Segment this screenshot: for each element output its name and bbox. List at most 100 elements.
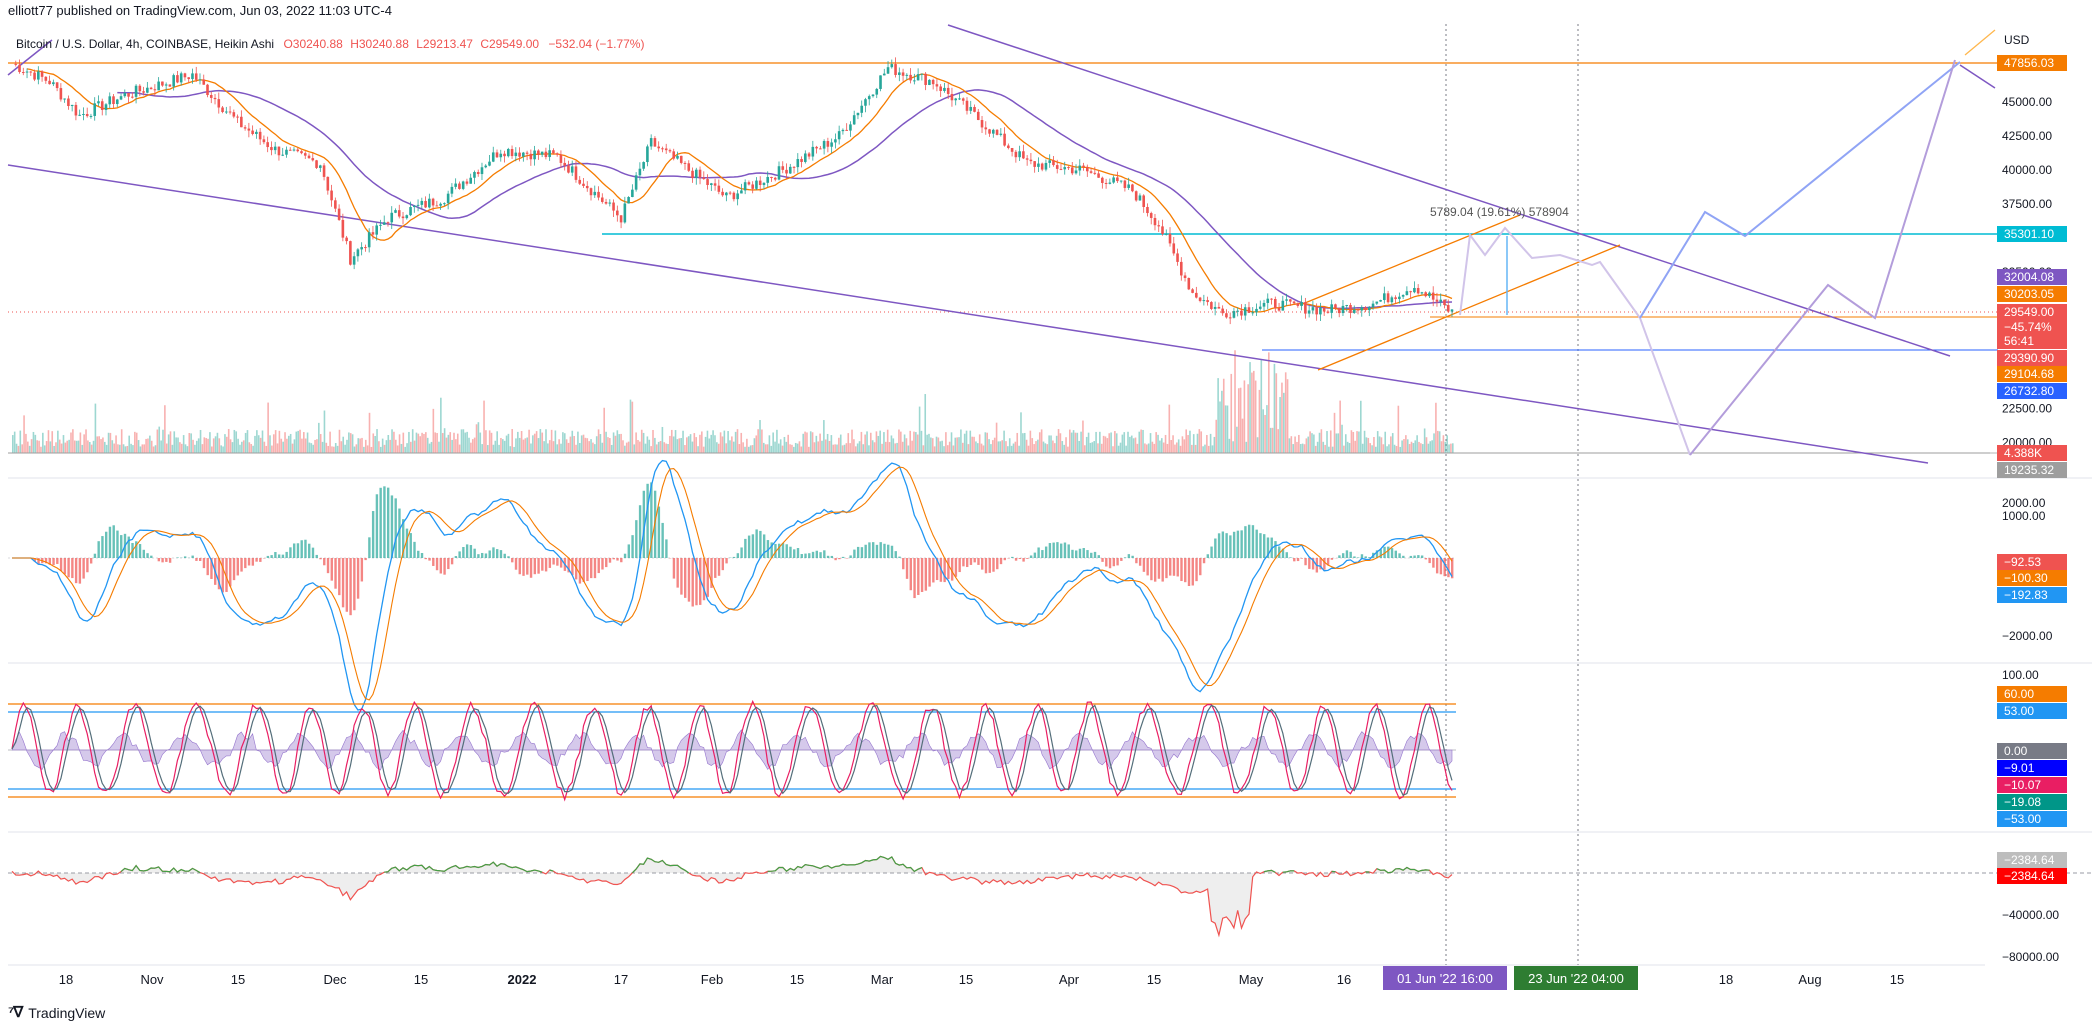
volume-bar <box>496 431 498 453</box>
candle-body <box>969 106 973 111</box>
volume-bar <box>13 431 16 453</box>
volume-bar <box>218 438 221 453</box>
macd-hist-bar <box>1345 550 1349 558</box>
macd-hist-bar <box>447 558 450 570</box>
macd-hist-bar <box>1011 556 1014 558</box>
candle-body <box>638 168 642 176</box>
price-badge: 19235.32 <box>2004 463 2054 477</box>
volume-bar <box>1127 431 1129 453</box>
price-axis[interactable]: 45000.0042500.0040000.0037500.0032500.00… <box>1997 55 2067 964</box>
volume-bar <box>1117 445 1120 453</box>
macd-hist-bar <box>920 558 924 592</box>
volume-bar <box>768 435 771 453</box>
volume-bar <box>1055 435 1058 453</box>
volume-bar <box>1100 443 1103 453</box>
volume-bar <box>1450 443 1452 453</box>
time-axis[interactable]: 18 Nov 15 Dec 15 2022 17 Feb 15 Mar 15 Apr 15 May 16 18… <box>59 966 1904 990</box>
volume-bar <box>1380 437 1383 453</box>
volume-bar <box>1311 433 1313 453</box>
oscillator-panel <box>8 699 1456 802</box>
volume-bar <box>43 445 46 453</box>
candle-body <box>127 92 130 97</box>
candle-body <box>905 74 909 76</box>
candle-body <box>691 170 694 178</box>
chart-canvas[interactable]: 5789.04 (19.61%) 578904 Bitcoin / U.S. D… <box>0 0 2092 1000</box>
volume-bar <box>175 437 177 453</box>
macd-hist-bar <box>1398 553 1401 558</box>
volume-bar <box>1421 444 1424 453</box>
candle-body <box>123 92 127 97</box>
candle-body <box>882 73 886 76</box>
volume-bar <box>1350 430 1353 453</box>
candle-body <box>830 142 833 147</box>
price-tick-label: 42500.00 <box>2002 129 2052 143</box>
volume-bar <box>915 432 917 453</box>
volume-bar <box>1087 432 1090 453</box>
macd-hist-bar <box>1116 558 1119 566</box>
macd-hist-bar <box>1195 558 1198 582</box>
volume-bar <box>1008 438 1011 453</box>
volume-bar <box>28 445 31 453</box>
candle-body <box>1018 151 1021 158</box>
volume-bar <box>355 444 358 453</box>
volume-bar <box>248 442 251 453</box>
macd-hist-bar <box>1075 550 1078 558</box>
volume-bar <box>1207 445 1210 453</box>
volume-bar <box>627 441 630 453</box>
volume-bar <box>177 437 179 453</box>
candle-body <box>1104 182 1108 184</box>
volume-bar <box>905 438 908 453</box>
macd-hist-bar <box>578 558 582 584</box>
volume-bar <box>1037 439 1039 453</box>
volume-bar <box>691 441 694 453</box>
volume-bar <box>599 434 602 453</box>
volume-bar <box>1292 444 1295 453</box>
volume-bar <box>109 432 112 453</box>
volume-bar <box>182 435 185 453</box>
volume-bar <box>158 426 161 453</box>
candle-body <box>683 162 687 164</box>
macd-hist-bar <box>1447 558 1450 578</box>
volume-bar <box>466 431 468 453</box>
macd-hist-bar <box>390 495 394 558</box>
volume-bar <box>828 440 831 453</box>
volume-bar <box>276 443 279 453</box>
volume-bar <box>426 437 429 453</box>
volume-bar <box>511 429 514 453</box>
volume-bar <box>1003 430 1005 453</box>
volume-bar <box>766 444 769 453</box>
volume-bar <box>408 431 410 453</box>
macd-hist-bar <box>871 542 875 558</box>
candle-body <box>1183 275 1187 279</box>
volume-bar <box>1112 446 1114 453</box>
candle-body <box>349 241 352 265</box>
osc-badge: −10.07 <box>2004 778 2041 792</box>
candle-body <box>236 116 239 118</box>
candle-body <box>394 210 397 213</box>
macd-hist-bar <box>1093 551 1097 558</box>
volume-bar <box>1367 437 1370 453</box>
macd-hist-bar <box>781 542 785 558</box>
volume-bar <box>946 445 949 453</box>
volume-bar <box>1177 439 1180 453</box>
candle-body <box>1258 306 1262 309</box>
volume-bar <box>32 431 35 453</box>
volume-bar <box>1106 438 1109 453</box>
candle-body <box>176 75 179 83</box>
volume-bar <box>971 436 973 453</box>
macd-hist-bar <box>221 558 224 593</box>
candle-body <box>570 166 574 173</box>
osc-badge: −19.08 <box>2004 795 2041 809</box>
volume-bar <box>562 432 564 453</box>
volume-bar <box>1344 434 1347 453</box>
macd-hist-bar <box>315 554 318 558</box>
macd-hist-bar <box>439 558 443 574</box>
volume-bar <box>1070 432 1073 453</box>
volume-bar <box>119 444 121 453</box>
volume-bar <box>192 439 194 453</box>
macd-hist-bar <box>909 558 912 591</box>
macd-hist-bar <box>364 558 367 561</box>
macd-hist-bar <box>1259 533 1262 558</box>
macd-hist-bar <box>281 554 285 558</box>
volume-bar <box>72 429 74 453</box>
